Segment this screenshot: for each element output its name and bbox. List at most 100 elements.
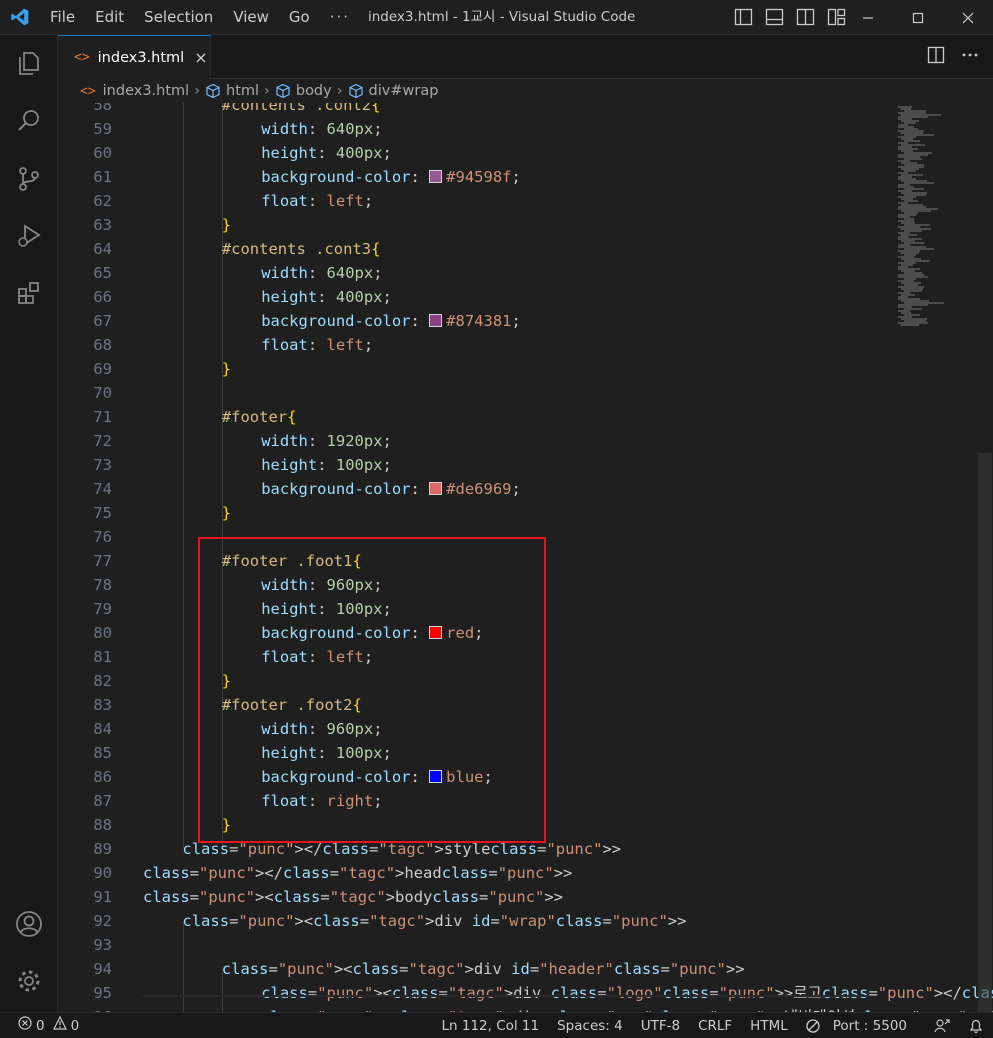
code-line: height: 400px; <box>261 144 392 162</box>
line-number: 73 <box>93 456 112 474</box>
code-line: float: left; <box>261 192 374 210</box>
code-line: height: 100px; <box>261 456 392 474</box>
menu-view[interactable]: View <box>223 0 279 35</box>
line-number: 87 <box>93 792 112 810</box>
breadcrumb-body[interactable]: body <box>296 83 332 99</box>
code-line: #contents .cont2{ <box>221 103 381 114</box>
encoding[interactable]: UTF-8 <box>632 1013 689 1038</box>
toggle-secondary-sidebar-icon[interactable] <box>796 8 815 26</box>
language-mode[interactable]: HTML <box>741 1013 797 1038</box>
line-number: 84 <box>93 720 112 738</box>
code-line: } <box>221 216 232 234</box>
indentation[interactable]: Spaces: 4 <box>548 1013 632 1038</box>
live-server-port[interactable]: Port : 5500 <box>797 1013 925 1038</box>
warning-count: 0 <box>70 1018 80 1034</box>
breadcrumb-div-wrap[interactable]: div#wrap <box>369 83 439 99</box>
color-swatch[interactable] <box>429 314 443 327</box>
explorer-icon[interactable] <box>11 45 47 81</box>
code-line: class="punc"><class="tagc">bodyclass="pu… <box>143 888 564 906</box>
line-number: 72 <box>93 432 112 450</box>
code-line: width: 1920px; <box>261 432 392 450</box>
line-number: 91 <box>93 888 112 906</box>
line-number: 81 <box>93 648 112 666</box>
line-number: 59 <box>93 120 112 138</box>
line-number: 60 <box>93 144 112 162</box>
toggle-primary-sidebar-icon[interactable] <box>734 8 753 26</box>
tab-index3-html[interactable]: <> index3.html × <box>58 35 211 79</box>
line-number: 66 <box>93 288 112 306</box>
code-line: #contents .cont3{ <box>221 240 381 258</box>
minimap[interactable] <box>894 103 979 1012</box>
menu-go[interactable]: Go <box>279 0 320 35</box>
line-number: 67 <box>93 312 112 330</box>
color-swatch[interactable] <box>429 482 443 495</box>
code-line: width: 640px; <box>261 120 383 138</box>
code-line: class="punc"><class="tagc">div id="wrap"… <box>182 912 687 930</box>
line-number: 69 <box>93 360 112 378</box>
window-title: index3.html - 1교시 - Visual Studio Code <box>368 9 636 25</box>
search-icon[interactable] <box>11 103 47 139</box>
line-number: 88 <box>93 816 112 834</box>
manage-gear-icon[interactable] <box>11 963 47 999</box>
line-number: 82 <box>93 672 112 690</box>
toggle-panel-icon[interactable] <box>765 8 784 26</box>
line-number: 65 <box>93 264 112 282</box>
notifications-bell-icon[interactable] <box>959 1018 993 1034</box>
title-bar: File Edit Selection View Go ··· index3.h… <box>0 0 993 35</box>
code-line: width: 640px; <box>261 264 383 282</box>
line-number: 90 <box>93 864 112 882</box>
extensions-icon[interactable] <box>11 275 47 311</box>
line-number: 77 <box>93 552 112 570</box>
element-cube-icon <box>275 83 291 99</box>
menu-selection[interactable]: Selection <box>134 0 223 35</box>
line-number: 71 <box>93 408 112 426</box>
line-number: 95 <box>93 984 112 1002</box>
split-editor-icon[interactable] <box>927 46 945 68</box>
code-line: #footer{ <box>221 408 297 426</box>
line-number: 62 <box>93 192 112 210</box>
tab-label: index3.html <box>97 49 185 66</box>
code-line: background-color: #de6969; <box>261 480 521 498</box>
menu-file[interactable]: File <box>40 0 85 35</box>
menu-more[interactable]: ··· <box>320 0 360 35</box>
code-line: background-color: #874381; <box>261 312 521 330</box>
code-line: height: 400px; <box>261 288 392 306</box>
line-number: 78 <box>93 576 112 594</box>
source-control-icon[interactable] <box>11 161 47 197</box>
end-of-line[interactable]: CRLF <box>689 1013 741 1038</box>
html-file-icon: <> <box>80 83 96 99</box>
more-actions-icon[interactable] <box>961 46 979 68</box>
maximize-icon[interactable] <box>893 0 943 35</box>
current-line-highlight <box>143 995 868 1012</box>
line-number: 86 <box>93 768 112 786</box>
breadcrumb-file[interactable]: index3.html <box>103 83 190 99</box>
menu-edit[interactable]: Edit <box>85 0 134 35</box>
element-cube-icon <box>205 83 221 99</box>
code-line: float: left; <box>261 336 374 354</box>
cursor-position[interactable]: Ln 112, Col 11 <box>432 1013 548 1038</box>
close-window-icon[interactable] <box>943 0 993 35</box>
html-file-icon: <> <box>74 50 90 65</box>
minimize-icon[interactable] <box>843 0 893 35</box>
problems-indicator[interactable]: 0 0 <box>18 1013 79 1038</box>
run-debug-icon[interactable] <box>11 218 47 254</box>
line-number: 89 <box>93 840 112 858</box>
line-number: 94 <box>93 960 112 978</box>
editor-tabs: <> index3.html × <box>58 35 993 79</box>
warning-icon <box>52 1013 67 1038</box>
code-line: background-color: #94598f; <box>261 168 521 186</box>
close-tab-icon[interactable]: × <box>194 48 207 67</box>
minimap-line <box>901 324 919 326</box>
accounts-icon[interactable] <box>11 906 47 942</box>
menu-bar: File Edit Selection View Go ··· <box>40 0 360 35</box>
line-number: 68 <box>93 336 112 354</box>
chevron-right-icon: › <box>194 83 201 99</box>
line-number: 83 <box>93 696 112 714</box>
status-bar: 0 0 Ln 112, Col 11 Spaces: 4 UTF-8 CRLF … <box>0 1012 993 1038</box>
color-swatch[interactable] <box>429 170 443 183</box>
breadcrumb-html[interactable]: html <box>226 83 259 99</box>
vertical-scrollbar[interactable] <box>978 453 992 1012</box>
code-editor[interactable]: 58 59 60 61 62 63 64 65 66 67 68 69 70 71 72 73 74 75 76 77… <box>58 103 993 1012</box>
feedback-icon[interactable] <box>925 1018 959 1034</box>
activity-bar <box>0 35 58 1012</box>
